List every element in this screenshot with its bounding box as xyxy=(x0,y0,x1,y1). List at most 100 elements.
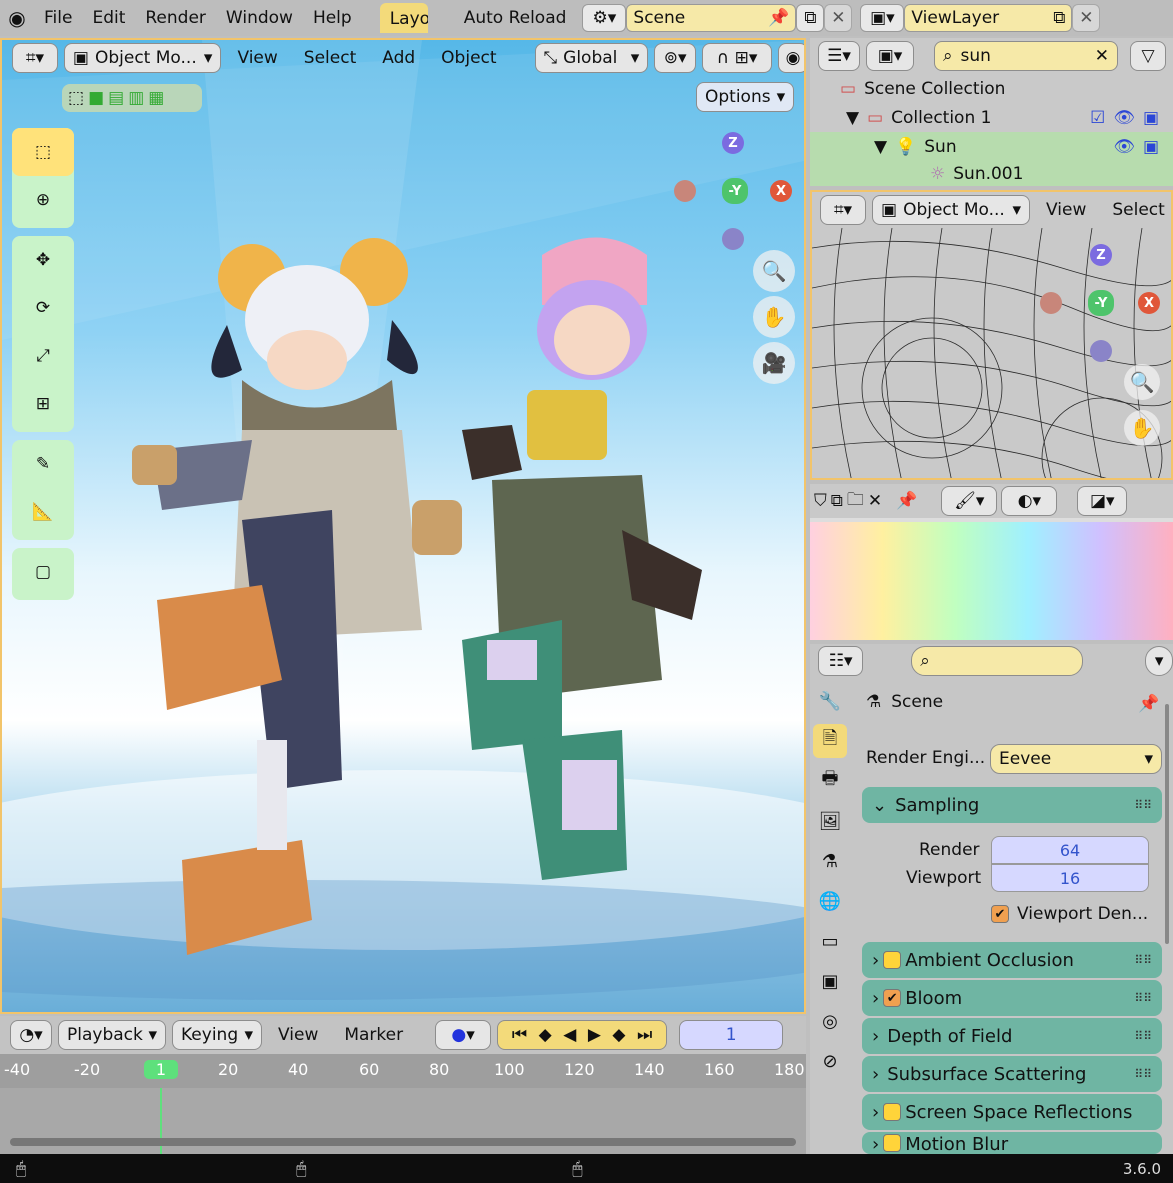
auto-reload-button[interactable]: Auto Reload xyxy=(454,8,577,28)
bloom-panel[interactable]: › ✔ Bloom ⠿⠿ xyxy=(862,980,1162,1016)
jump-start-icon[interactable]: ⏮ xyxy=(512,1025,527,1045)
wireframe-menu-view[interactable]: View xyxy=(1036,200,1096,220)
delete-scene-icon[interactable]: ✕ xyxy=(824,4,853,32)
constraints-tab-icon[interactable]: ⊘ xyxy=(813,1044,847,1078)
menu-help[interactable]: Help xyxy=(303,8,362,28)
panel-checkbox[interactable] xyxy=(883,1134,902,1152)
expand-triangle-icon[interactable]: ▼ xyxy=(846,108,859,128)
viewport-samples-field[interactable]: 16 xyxy=(991,864,1149,892)
drag-grip-icon[interactable]: ⠿⠿ xyxy=(1134,1029,1152,1043)
display-mode-icon[interactable]: ▣▾ xyxy=(866,41,914,71)
mode-dropdown[interactable]: ▣ Object Mo... ▾ xyxy=(872,195,1030,225)
gizmo-x-axis[interactable]: X xyxy=(770,180,792,202)
motion-blur-panel[interactable]: › Motion Blur xyxy=(862,1132,1162,1154)
drag-grip-icon[interactable]: ⠿⠿ xyxy=(1134,991,1152,1005)
panel-checkbox[interactable] xyxy=(883,1103,902,1121)
annotate-tool-icon[interactable]: ✎ xyxy=(12,440,74,488)
eye-icon[interactable]: 👁 xyxy=(1113,108,1135,128)
pin-icon[interactable]: 📌 xyxy=(896,491,917,511)
viewport-denoise-checkbox[interactable]: ✔ Viewport Den... xyxy=(991,904,1148,924)
timeline-menu-view[interactable]: View xyxy=(268,1025,328,1045)
new-viewlayer-icon[interactable]: ⧉ xyxy=(1053,8,1065,28)
editor-type-icon[interactable]: ⌗▾ xyxy=(12,43,58,73)
measure-tool-icon[interactable]: 📐 xyxy=(12,488,74,536)
render-tab-icon[interactable]: 🗎 xyxy=(813,724,847,758)
select-box-tool-icon[interactable]: ⬚ xyxy=(12,128,74,176)
gizmo-z-axis[interactable]: Z xyxy=(1090,244,1112,266)
pan-hand-icon[interactable]: ✋ xyxy=(753,296,795,338)
screen-space-reflections-panel[interactable]: › Screen Space Reflections xyxy=(862,1094,1162,1130)
menu-file[interactable]: File xyxy=(34,8,82,28)
sampling-panel-header[interactable]: ⌄ Sampling ⠿⠿ xyxy=(862,787,1162,823)
tab-layout[interactable]: Layo xyxy=(379,3,428,33)
open-folder-icon[interactable]: 🗀 xyxy=(847,487,864,516)
brush-selector-icon[interactable]: 🖌▾ xyxy=(941,486,998,516)
expand-triangle-icon[interactable]: ▼ xyxy=(874,137,887,157)
collection-tab-icon[interactable]: ▭ xyxy=(813,924,847,958)
scene-selector-icon[interactable]: ⚙▾ xyxy=(582,4,627,32)
gizmo-neg-z-axis[interactable] xyxy=(1090,340,1112,362)
timeline-menu-marker[interactable]: Marker xyxy=(334,1025,413,1045)
add-cube-tool-icon[interactable]: ▢ xyxy=(12,548,74,596)
outliner-row-sun-001[interactable]: ☼ Sun.001 xyxy=(810,161,1173,186)
viewlayer-selector-icon[interactable]: ▣▾ xyxy=(860,4,905,32)
render-samples-field[interactable]: 64 xyxy=(991,836,1149,864)
eye-icon[interactable]: 👁 xyxy=(1113,137,1135,157)
pin-icon[interactable]: 📌 xyxy=(768,8,789,28)
menu-render[interactable]: Render xyxy=(135,8,216,28)
options-dropdown[interactable]: Options ▾ xyxy=(696,82,795,112)
drag-grip-icon[interactable]: ⠿⠿ xyxy=(1134,953,1152,967)
outliner-row-collection-1[interactable]: ▼ ▭ Collection 1 ☑ 👁 ▣ xyxy=(810,103,1173,132)
viewport-menu-select[interactable]: Select xyxy=(294,48,366,68)
clear-search-icon[interactable]: ✕ xyxy=(1095,46,1109,66)
gizmo-neg-x-axis[interactable] xyxy=(1040,292,1062,314)
play-icon[interactable]: ▶ xyxy=(588,1025,601,1045)
view-mode-icon[interactable]: ◪▾ xyxy=(1077,486,1128,516)
3d-viewport[interactable]: ⌗▾ ▣ Object Mo... ▾ View Select Add Obje… xyxy=(0,38,806,1014)
next-keyframe-icon[interactable]: ◆ xyxy=(612,1025,625,1045)
menu-edit[interactable]: Edit xyxy=(82,8,135,28)
tool-tab-icon[interactable]: 🔧 xyxy=(813,684,847,718)
view-layer-tab-icon[interactable]: 🖼 xyxy=(813,804,847,838)
blender-logo-icon[interactable]: ◉ xyxy=(0,0,34,36)
ambient-occlusion-panel[interactable]: › Ambient Occlusion ⠿⠿ xyxy=(862,942,1162,978)
color-selector-icon[interactable]: ◐▾ xyxy=(1001,486,1058,516)
outliner-row-scene-collection[interactable]: ▭ Scene Collection xyxy=(810,74,1173,103)
clock-icon[interactable]: ◔▾ xyxy=(10,1020,52,1050)
new-scene-icon[interactable]: ⧉ xyxy=(796,4,825,32)
shield-icon[interactable]: ⛉ xyxy=(814,491,827,511)
pan-hand-icon[interactable]: ✋ xyxy=(1124,410,1160,446)
gizmo-neg-z-axis[interactable] xyxy=(722,228,744,250)
output-tab-icon[interactable]: 🖶 xyxy=(813,764,847,798)
pivot-point-icon[interactable]: ⊚▾ xyxy=(654,43,697,73)
gizmo-z-axis[interactable]: Z xyxy=(722,132,744,154)
chevron-down-icon[interactable]: ▾ xyxy=(1145,646,1173,676)
playback-dropdown[interactable]: Playback ▾ xyxy=(58,1020,166,1050)
record-icon[interactable]: ● ▾ xyxy=(435,1020,492,1050)
scale-tool-icon[interactable]: ⤢ xyxy=(12,332,74,380)
snap-magnet-icon[interactable]: ∩ ⊞▾ xyxy=(702,43,772,73)
camera-render-icon[interactable]: ▣ xyxy=(1143,137,1159,157)
timeline-ruler[interactable]: -40 -20 1 20 40 60 80 100 120 140 160 18… xyxy=(0,1054,806,1088)
select-box-icon[interactable]: ⬚ xyxy=(68,88,84,108)
viewlayer-field[interactable]: ViewLayer ⧉ xyxy=(904,4,1073,32)
physics-tab-icon[interactable]: ◎ xyxy=(813,1004,847,1038)
gizmo-x-axis[interactable]: X xyxy=(1138,292,1160,314)
outliner-editor-icon[interactable]: ☰▾ xyxy=(818,41,860,71)
drag-grip-icon[interactable]: ⠿⠿ xyxy=(1134,1067,1152,1081)
scene-field[interactable]: Scene 📌 xyxy=(626,4,797,32)
world-tab-icon[interactable]: 🌐 xyxy=(813,884,847,918)
prev-keyframe-icon[interactable]: ◆ xyxy=(539,1025,552,1045)
render-engine-dropdown[interactable]: Eevee ▾ xyxy=(990,744,1162,774)
object-tab-icon[interactable]: ▣ xyxy=(813,964,847,998)
select-invert-icon[interactable]: ▦ xyxy=(148,88,164,108)
gizmo-y-axis[interactable]: -Y xyxy=(722,178,748,204)
new-image-icon[interactable]: ⧉ xyxy=(831,491,843,511)
zoom-icon[interactable]: 🔍 xyxy=(1124,364,1160,400)
cursor-tool-icon[interactable]: ⊕ xyxy=(12,176,74,224)
play-reverse-icon[interactable]: ◀ xyxy=(563,1025,576,1045)
viewport-menu-view[interactable]: View xyxy=(227,48,287,68)
jump-end-icon[interactable]: ⏭ xyxy=(637,1025,652,1045)
select-extend-icon[interactable]: ▤ xyxy=(108,88,124,108)
wireframe-viewport[interactable]: ⌗▾ ▣ Object Mo... ▾ View Select Z -Y X 🔍… xyxy=(810,190,1173,480)
